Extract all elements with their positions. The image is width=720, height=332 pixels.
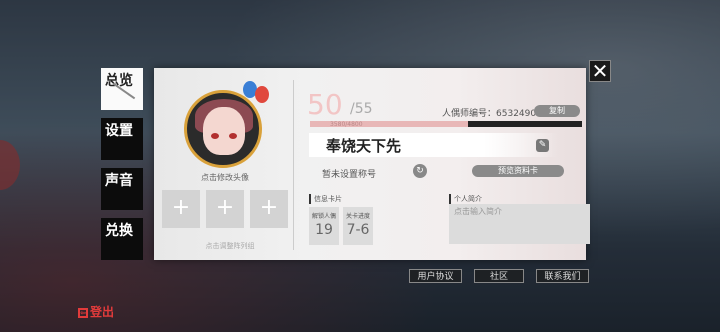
player-id-value: 6532490 [496,109,537,119]
intro-placeholder: 点击输入简介 [454,207,502,216]
plus-icon: + [215,195,235,220]
avatar-face [203,107,245,155]
nav-redeem-label: 兑换 [105,223,133,239]
level-max: /55 [350,101,373,117]
nav-redeem[interactable]: 兑换 [101,218,143,260]
nav-overview-label: 总览 [105,73,133,89]
avatar[interactable] [184,90,262,168]
preview-card-button[interactable]: 预览资料卡 [472,165,564,177]
plus-icon: + [259,195,279,220]
info-card-label: 关卡进度 [345,213,370,220]
avatar-eye [211,133,219,139]
nav-sound[interactable]: 声音 [101,168,143,210]
info-card-label: 解锁人偶 [311,213,336,220]
player-title: 暂未设置称号 [322,170,377,180]
level-value: 50 [307,88,343,121]
info-section-title: 信息卡片 [309,194,342,204]
nav-settings[interactable]: 设置 [101,118,143,160]
nav-overview[interactable]: 总览 [101,68,143,110]
team-slot-3[interactable]: + [250,190,288,228]
slots-hint: 点击调整阵列组 [205,242,255,250]
info-card-value: 19 [315,222,333,238]
intro-section-title: 个人简介 [449,194,482,204]
player-name: 奉饶天下先 [326,137,402,155]
plus-icon: + [171,195,191,220]
exp-text: 3580/4800 [330,121,363,128]
panel-divider [293,80,294,250]
close-button[interactable]: ✕ [589,60,611,82]
nav-sound-label: 声音 [105,173,133,189]
logout-label: 登出 [90,305,115,319]
avatar-hint: 点击修改头像 [201,173,249,182]
team-slot-1[interactable]: + [162,190,200,228]
nav-settings-label: 设置 [105,123,133,139]
info-card-dolls: 解锁人偶 19 [309,207,339,245]
info-card-progress: 关卡进度 7-6 [343,207,373,245]
player-id: 人偶师编号：6532490 [442,106,536,119]
info-card-value: 7-6 [346,222,370,238]
team-slot-2[interactable]: + [206,190,244,228]
contact-button[interactable]: 联系我们 [536,269,589,283]
close-icon: ✕ [591,59,609,83]
player-id-label: 人偶师编号： [442,109,497,119]
community-button[interactable]: 社区 [474,269,524,283]
user-agreement-button[interactable]: 用户协议 [409,269,462,283]
refresh-icon[interactable]: ↻ [413,164,427,178]
copy-id-button[interactable]: 复制 [534,105,580,117]
balloon-icon [255,86,269,103]
logout-icon: ⇦ [78,307,88,318]
avatar-eye [229,133,237,139]
edit-name-icon[interactable]: ✎ [536,139,549,152]
logout-button[interactable]: ⇦ 登出 [78,303,114,320]
